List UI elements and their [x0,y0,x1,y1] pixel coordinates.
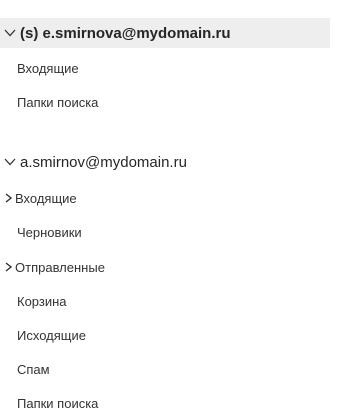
account-label: (s) e.smirnova@mydomain.ru [20,24,231,42]
chevron-down-icon[interactable] [3,26,17,40]
folder-label: Исходящие [17,327,86,343]
folder-pane: (s) e.smirnova@mydomain.ru Входящие Папк… [0,0,363,419]
folder-item-inbox[interactable]: Входящие [0,183,330,213]
folder-item-trash[interactable]: Корзина [0,286,330,316]
folder-item-outbox[interactable]: Исходящие [0,320,330,350]
folder-item-spam[interactable]: Спам [0,354,330,384]
account-header-e-smirnova[interactable]: (s) e.smirnova@mydomain.ru [0,18,330,48]
folder-item-search-folders[interactable]: Папки поиска [0,87,330,117]
folder-label: Спам [17,361,50,377]
folder-label: Корзина [17,293,67,309]
folder-item-search-folders[interactable]: Папки поиска [0,388,330,418]
folder-label: Отправленные [15,259,105,275]
folder-item-drafts[interactable]: Черновики [0,217,330,247]
folder-label: Входящие [15,190,77,206]
folder-label: Входящие [17,60,79,76]
folder-label: Папки поиска [17,94,99,110]
account-header-a-smirnov[interactable]: a.smirnov@mydomain.ru [0,147,330,177]
account-label: a.smirnov@mydomain.ru [20,153,187,171]
folder-item-sent[interactable]: Отправленные [0,252,330,282]
folder-label: Черновики [17,224,82,240]
chevron-down-icon[interactable] [3,155,17,169]
folder-label: Папки поиска [17,395,99,411]
chevron-right-icon[interactable] [3,261,13,273]
chevron-right-icon[interactable] [3,192,13,204]
folder-item-inbox[interactable]: Входящие [0,53,330,83]
